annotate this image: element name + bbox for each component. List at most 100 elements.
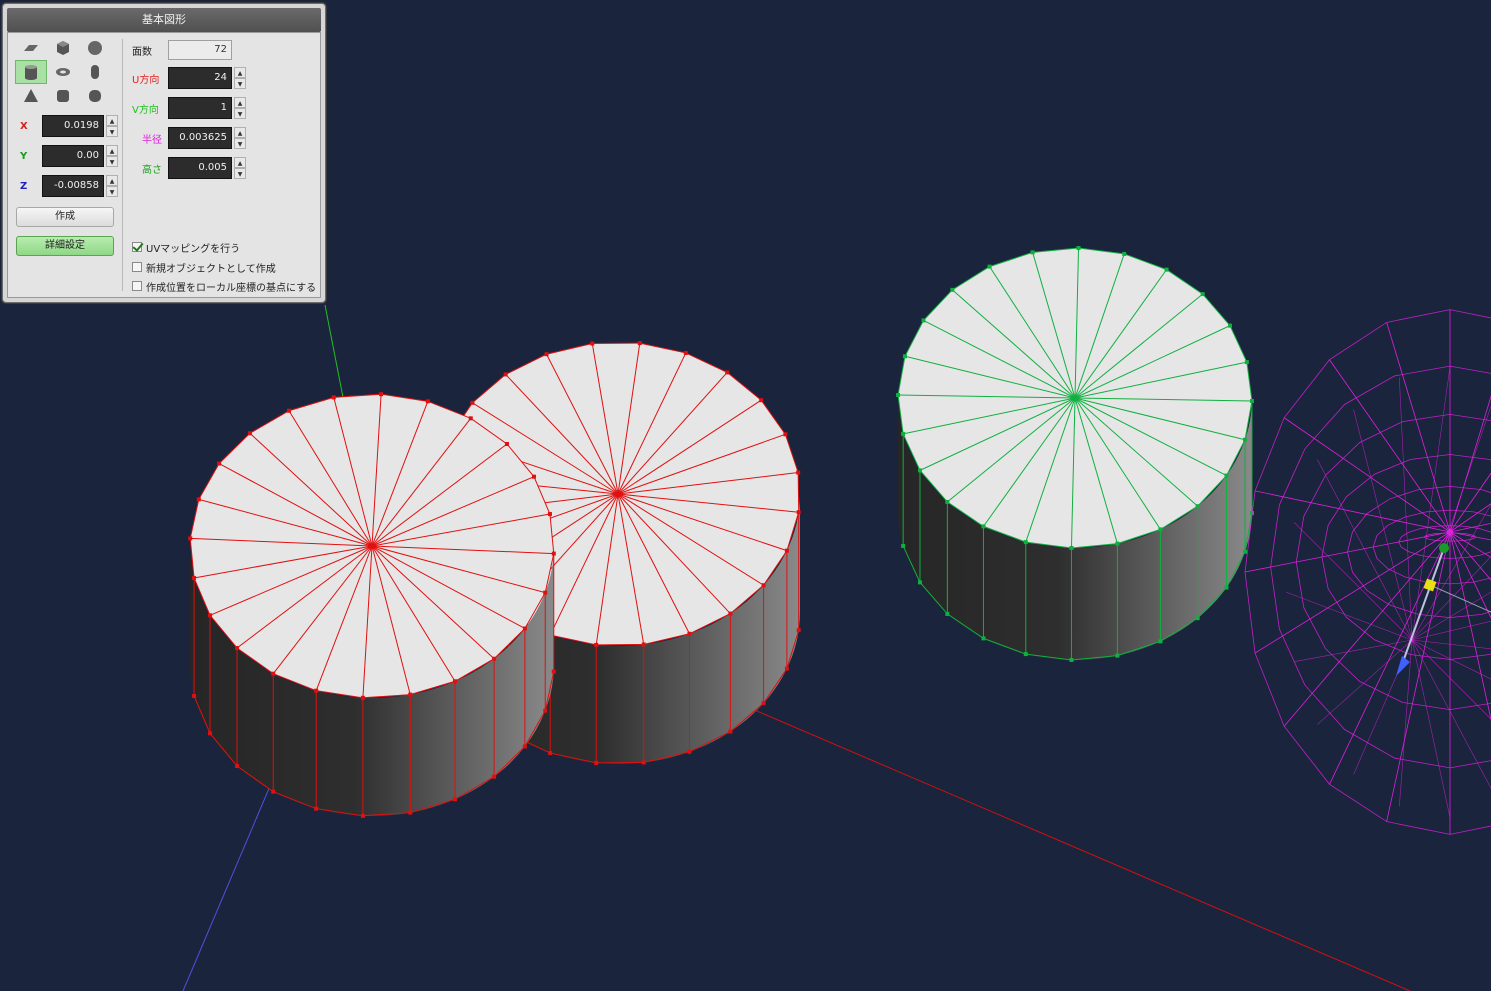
uv-mapping-checkbox[interactable] — [132, 242, 142, 252]
vertex-point[interactable] — [761, 583, 766, 588]
vertex-point[interactable] — [901, 543, 906, 548]
local-origin-option[interactable]: 作成位置をローカル座標の基点にする — [132, 278, 316, 294]
vertex-point[interactable] — [783, 432, 788, 437]
vertex-point[interactable] — [235, 645, 240, 650]
vertex-point[interactable] — [1023, 652, 1028, 657]
shape-capsule-button[interactable] — [79, 60, 111, 84]
vertex-point[interactable] — [547, 512, 552, 517]
vertex-point[interactable] — [1243, 549, 1248, 554]
vertex-point[interactable] — [594, 642, 599, 647]
vertex-point[interactable] — [796, 628, 801, 633]
shape-torus-button[interactable] — [47, 60, 79, 84]
vertex-point[interactable] — [492, 774, 497, 779]
vertex-point[interactable] — [594, 760, 599, 765]
vertex-point[interactable] — [921, 318, 926, 323]
center-vertex[interactable] — [1072, 395, 1078, 401]
height-spinner[interactable]: ▲ ▼ — [234, 157, 246, 179]
center-vertex[interactable] — [369, 543, 375, 549]
local-origin-checkbox[interactable] — [132, 281, 142, 291]
z-input[interactable]: -0.00858 — [42, 175, 104, 197]
vertex-point[interactable] — [551, 551, 556, 556]
z-spinner[interactable]: ▲ ▼ — [106, 175, 118, 197]
x-input[interactable]: 0.0198 — [42, 115, 104, 137]
vertex-point[interactable] — [796, 510, 801, 515]
create-button[interactable]: 作成 — [16, 207, 114, 227]
shape-rounded-box-button[interactable] — [47, 84, 79, 108]
vertex-point[interactable] — [208, 613, 213, 618]
vertex-point[interactable] — [1069, 545, 1074, 550]
vertex-point[interactable] — [1195, 616, 1200, 621]
vertex-point[interactable] — [1244, 360, 1249, 365]
vertex-point[interactable] — [759, 398, 764, 403]
shape-plane-button[interactable] — [15, 36, 47, 60]
vertex-point[interactable] — [1249, 398, 1254, 403]
shape-cone-button[interactable] — [15, 84, 47, 108]
gizmo-green-handle[interactable] — [1439, 543, 1449, 553]
vertex-point[interactable] — [192, 575, 197, 580]
new-object-checkbox[interactable] — [132, 262, 142, 272]
vertex-point[interactable] — [453, 797, 458, 802]
shape-rounded-cylinder-button[interactable] — [79, 84, 111, 108]
vertex-point[interactable] — [784, 666, 789, 671]
vertex-point[interactable] — [504, 442, 509, 447]
selected-cylinder-front[interactable] — [188, 392, 556, 818]
sphere-pole-vertex[interactable] — [1447, 529, 1453, 535]
vertex-point[interactable] — [314, 688, 319, 693]
vertex-point[interactable] — [408, 692, 413, 697]
shape-cylinder-button[interactable] — [15, 60, 47, 84]
uv-mapping-option[interactable]: UVマッピングを行う — [132, 239, 240, 255]
new-object-option[interactable]: 新規オブジェクトとして作成 — [132, 259, 276, 275]
vertex-point[interactable] — [543, 708, 548, 713]
vertex-point[interactable] — [544, 352, 549, 357]
vertex-point[interactable] — [687, 749, 692, 754]
vertex-point[interactable] — [945, 499, 950, 504]
vertex-point[interactable] — [987, 264, 992, 269]
vertex-point[interactable] — [784, 548, 789, 553]
vertex-point[interactable] — [188, 536, 193, 541]
vertex-point[interactable] — [1228, 323, 1233, 328]
u-input[interactable]: 24 — [168, 67, 232, 89]
vertex-point[interactable] — [522, 626, 527, 631]
vertex-point[interactable] — [531, 474, 536, 479]
vertex-point[interactable] — [981, 524, 986, 529]
vertex-point[interactable] — [360, 695, 365, 700]
y-spinner[interactable]: ▲ ▼ — [106, 145, 118, 167]
new-cylinder[interactable] — [896, 246, 1254, 662]
vertex-point[interactable] — [286, 408, 291, 413]
vertex-point[interactable] — [331, 395, 336, 400]
vertex-point[interactable] — [590, 341, 595, 346]
vertex-point[interactable] — [950, 287, 955, 292]
v-input[interactable]: 1 — [168, 97, 232, 119]
vertex-point[interactable] — [379, 392, 384, 397]
vertex-point[interactable] — [901, 431, 906, 436]
vertex-point[interactable] — [247, 431, 252, 436]
height-input[interactable]: 0.005 — [168, 157, 232, 179]
vertex-point[interactable] — [548, 751, 553, 756]
vertex-point[interactable] — [761, 701, 766, 706]
vertex-point[interactable] — [217, 461, 222, 466]
radius-spinner[interactable]: ▲ ▼ — [234, 127, 246, 149]
panel-title[interactable]: 基本図形 — [7, 8, 321, 32]
vertex-point[interactable] — [314, 806, 319, 811]
vertex-point[interactable] — [1115, 541, 1120, 546]
vertex-point[interactable] — [1076, 246, 1081, 251]
vertex-point[interactable] — [408, 810, 413, 815]
vertex-point[interactable] — [1158, 639, 1163, 644]
vertex-point[interactable] — [192, 693, 197, 698]
vertex-point[interactable] — [453, 679, 458, 684]
wire-sphere[interactable] — [1244, 309, 1491, 835]
vertex-point[interactable] — [1158, 527, 1163, 532]
gizmo-yellow-handle[interactable] — [1423, 578, 1437, 592]
vertex-point[interactable] — [945, 611, 950, 616]
gizmo-blue-handle[interactable] — [1396, 656, 1410, 676]
vertex-point[interactable] — [196, 497, 201, 502]
shape-sphere-button[interactable] — [79, 36, 111, 60]
vertex-point[interactable] — [725, 370, 730, 375]
center-vertex[interactable] — [615, 491, 621, 497]
vertex-point[interactable] — [1195, 504, 1200, 509]
vertex-point[interactable] — [492, 656, 497, 661]
vertex-point[interactable] — [271, 671, 276, 676]
vertex-point[interactable] — [637, 341, 642, 346]
vertex-point[interactable] — [641, 642, 646, 647]
u-spinner[interactable]: ▲ ▼ — [234, 67, 246, 89]
